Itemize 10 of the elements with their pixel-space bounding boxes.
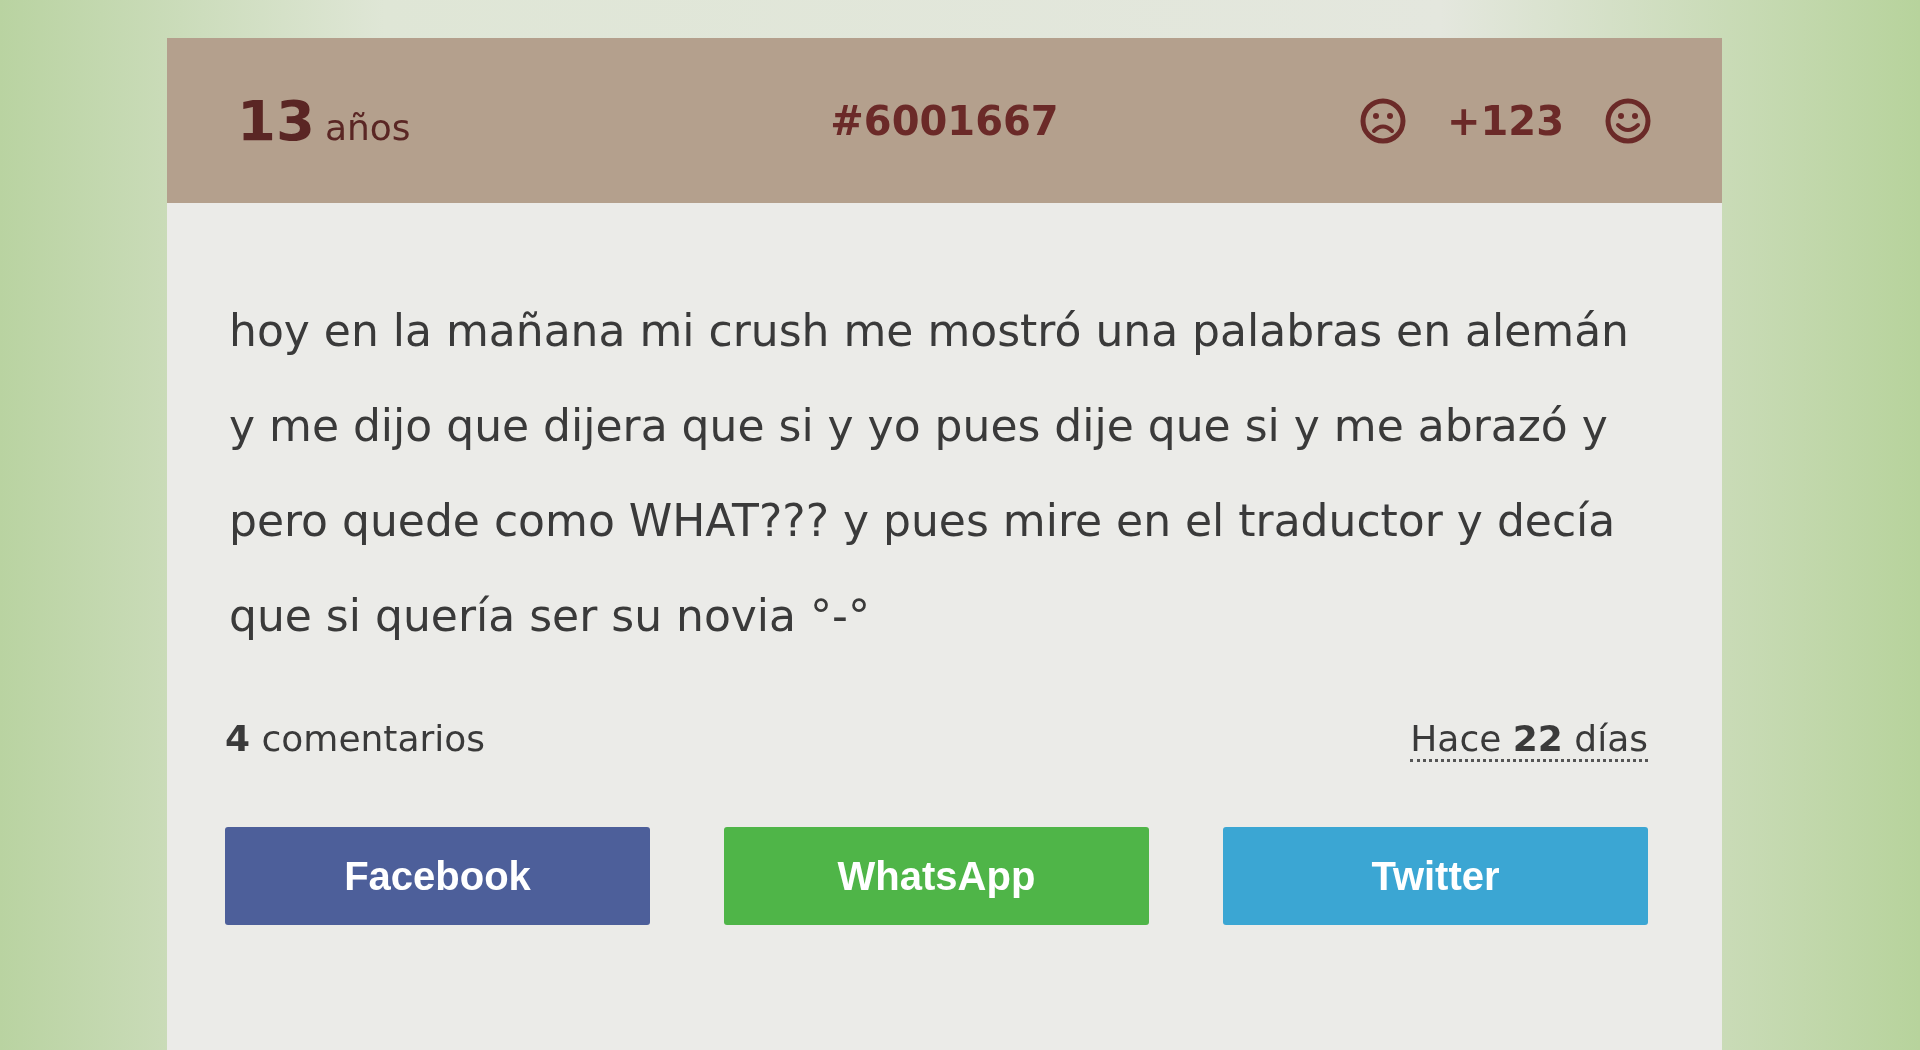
post-time: Hace 22 días [1410, 718, 1648, 762]
sad-face-icon[interactable] [1358, 96, 1407, 145]
age-unit: años [324, 107, 411, 148]
age-number: 13 [237, 88, 315, 153]
vote-score: +123 [1446, 97, 1564, 144]
comments-count[interactable]: 4 comentarios [225, 718, 486, 762]
story-text: hoy en la mañana mi crush me mostró una palabras en alemán y me dijo que dijera que si y yo pues dije que si y me abrazó y pero quede como WHAT??? y pues mire en el traductor y decía que si quería ser su novia °-° [229, 304, 1630, 643]
smiley-face-icon[interactable] [1604, 96, 1652, 145]
post-id: #6001667 [829, 97, 1060, 144]
share-button[interactable]: Facebook [225, 827, 650, 925]
